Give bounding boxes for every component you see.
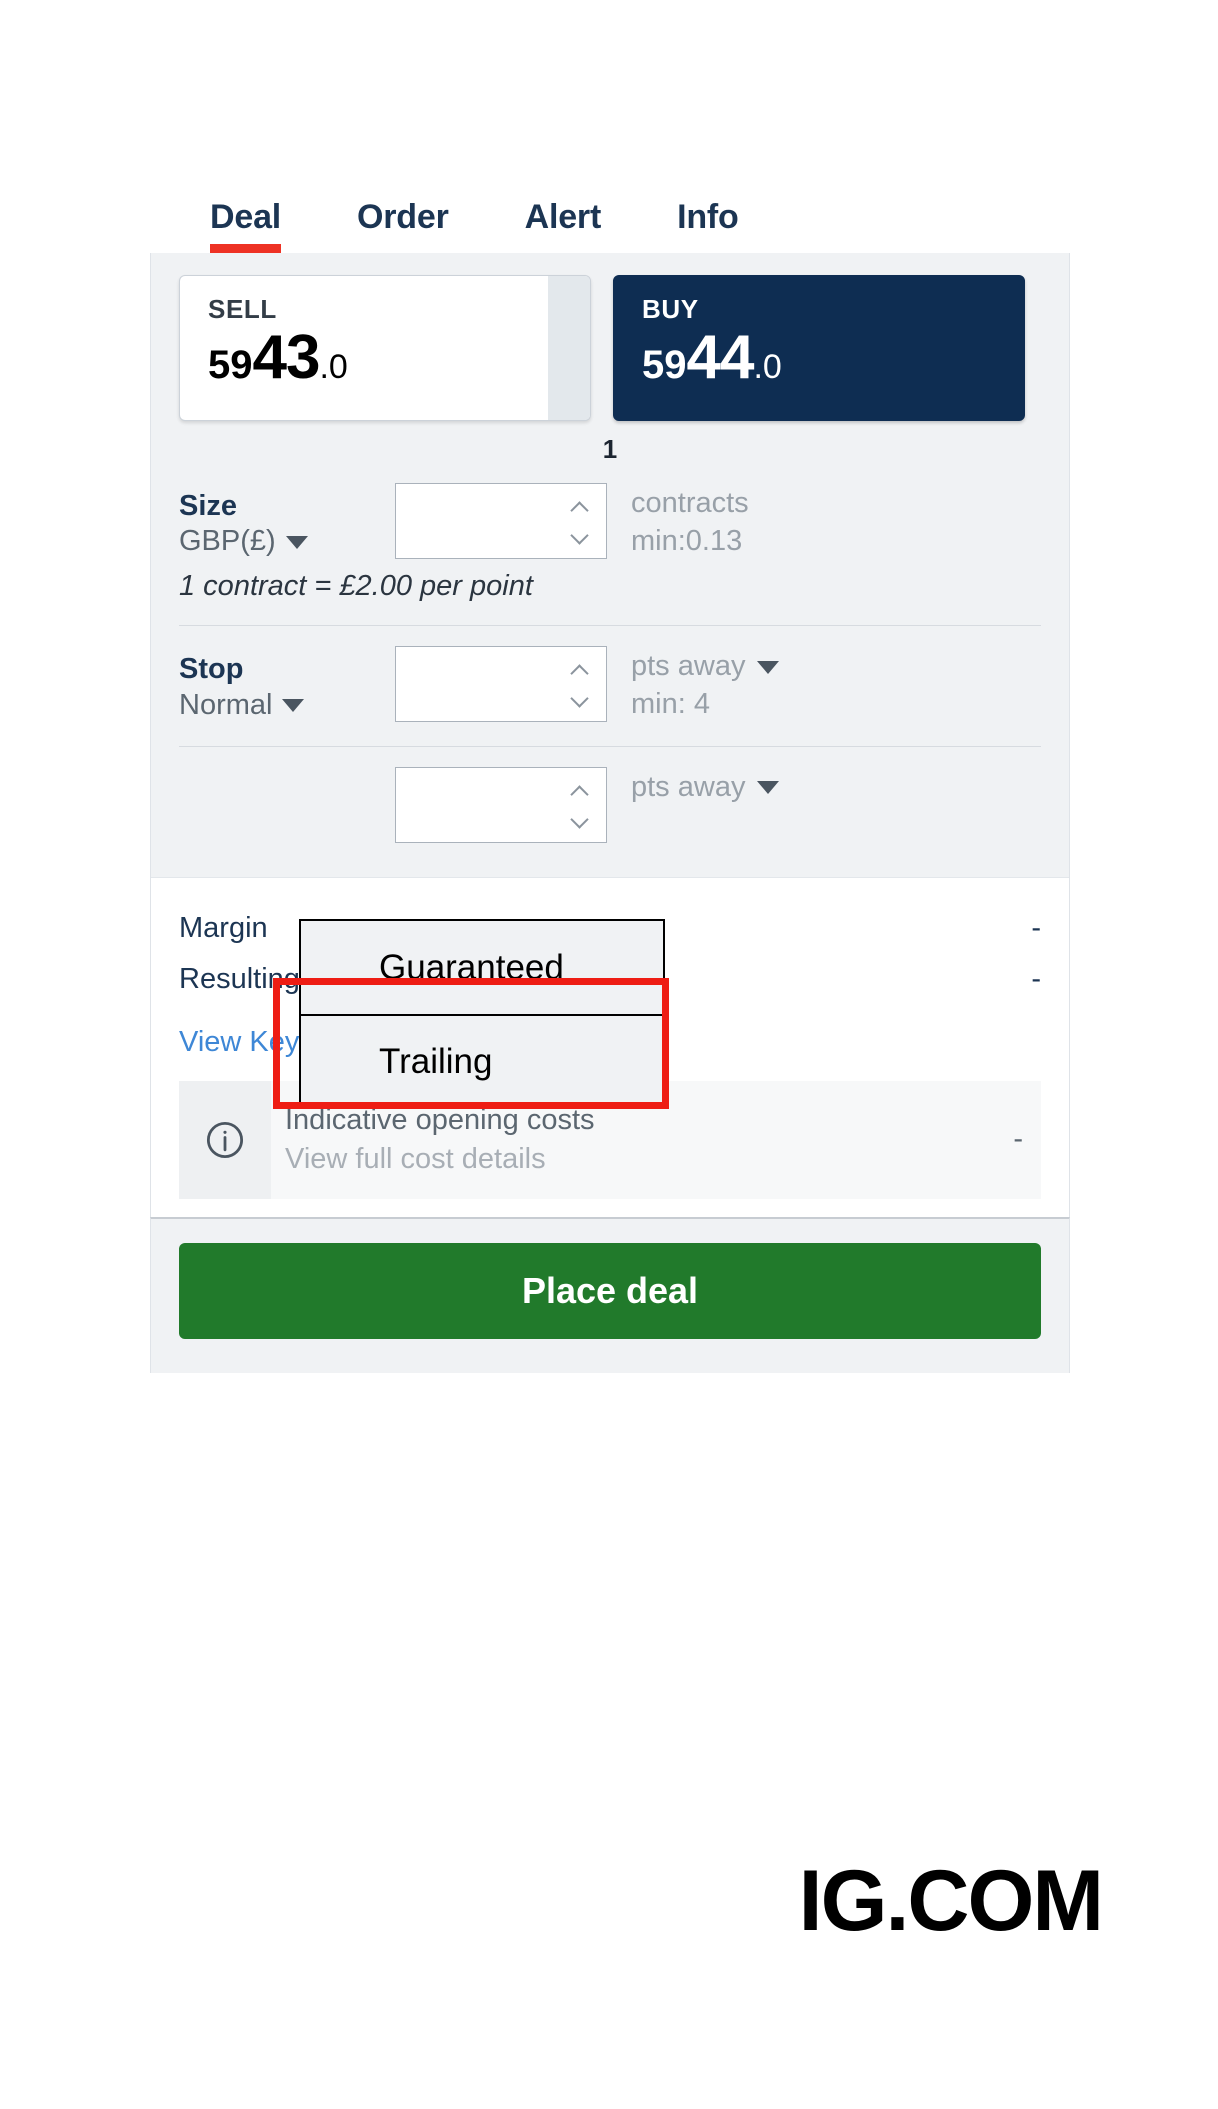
margin-value: -: [1031, 911, 1041, 944]
stop-hints: pts away min: 4: [607, 646, 780, 723]
chevron-down-icon: [285, 535, 308, 549]
indicative-costs-value: -: [1013, 1123, 1023, 1156]
chevron-up-icon[interactable]: [573, 504, 590, 513]
stop-type-select[interactable]: Normal: [179, 688, 395, 723]
resulting-position-value: -: [1031, 962, 1041, 995]
view-full-cost-details-link[interactable]: View full cost details: [285, 1140, 1013, 1179]
buy-label: BUY: [642, 294, 699, 324]
chevron-down-icon[interactable]: [573, 692, 590, 701]
chevron-down-icon[interactable]: [573, 529, 590, 538]
stop-spinner: [564, 647, 598, 721]
divider-size-stop: [179, 625, 1041, 627]
sell-price-prefix: 59: [208, 343, 253, 387]
ticket-tabs: Deal Order Alert Info: [150, 165, 1070, 253]
stop-labels: Stop Normal: [179, 646, 395, 723]
chevron-up-icon[interactable]: [573, 667, 590, 676]
size-title: Size: [179, 490, 238, 522]
sell-price-decimal: .0: [319, 348, 348, 386]
stop-type-label: Normal: [179, 688, 273, 721]
size-labels: Size GBP(£): [179, 483, 395, 560]
buy-price: 5944.0: [642, 327, 1024, 389]
stop-type-option-guaranteed[interactable]: Guaranteed: [301, 921, 663, 1014]
stop-input[interactable]: [396, 647, 566, 722]
size-input[interactable]: [396, 484, 566, 558]
size-spinner: [564, 484, 598, 558]
tab-alert[interactable]: Alert: [524, 198, 602, 253]
tab-order-label: Order: [357, 198, 449, 236]
chevron-up-icon[interactable]: [573, 788, 590, 797]
limit-unit-label: pts away: [631, 770, 746, 803]
chevron-down-icon: [757, 781, 780, 795]
ticket-footer: Place deal: [150, 1216, 1070, 1373]
buy-price-big: 44: [686, 323, 755, 392]
size-currency-label: GBP(£): [179, 525, 276, 558]
limit-input[interactable]: [396, 767, 566, 842]
stop-unit-select[interactable]: pts away: [631, 648, 780, 686]
size-unit: contracts: [631, 487, 749, 519]
stop-type-option-guaranteed-label: Guaranteed: [379, 947, 564, 987]
limit-stepper[interactable]: [395, 766, 607, 843]
divider-stop-limit: [179, 745, 1041, 747]
ticket-body: SELL 5943.0 BUY 5944.0 1 Size GBP(£) con…: [150, 253, 1070, 1217]
tab-info[interactable]: Info: [677, 198, 739, 253]
stop-row: Stop Normal pts away min: 4: [151, 646, 1069, 723]
size-hints: contracts min:0.13: [607, 483, 749, 560]
buy-price-decimal: .0: [753, 348, 782, 386]
spread-value: 1: [602, 434, 618, 464]
tab-info-label: Info: [677, 198, 739, 236]
limit-hints: pts away: [607, 767, 780, 807]
size-currency-select[interactable]: GBP(£): [179, 524, 395, 559]
limit-labels: [179, 767, 395, 773]
stop-stepper[interactable]: [395, 646, 607, 723]
chevron-down-icon: [282, 698, 305, 712]
buy-price-prefix: 59: [642, 343, 687, 387]
sell-tile[interactable]: SELL 5943.0: [179, 275, 591, 421]
sell-price-big: 43: [252, 323, 321, 392]
ig-com-logo: IG.COM: [798, 1853, 1104, 1949]
size-row: Size GBP(£) contracts min:0.13: [151, 483, 1069, 560]
tab-deal[interactable]: Deal: [210, 198, 281, 253]
tab-alert-label: Alert: [524, 198, 602, 236]
indicative-costs-text: Indicative opening costs View full cost …: [271, 1101, 1013, 1179]
place-deal-button[interactable]: Place deal: [179, 1242, 1041, 1339]
size-min: min:0.13: [631, 524, 743, 557]
stop-type-dropdown[interactable]: Guaranteed Trailing: [299, 919, 665, 1109]
margin-label: Margin: [179, 911, 268, 944]
tab-deal-label: Deal: [210, 198, 282, 236]
stop-min: min: 4: [631, 688, 710, 721]
sell-price: 5943.0: [208, 327, 590, 389]
deal-ticket-panel: Deal Order Alert Info SELL 5943.0 BUY 59…: [150, 165, 1070, 1373]
limit-row: pts away: [151, 766, 1069, 843]
tab-order[interactable]: Order: [357, 198, 449, 253]
buy-tile[interactable]: BUY 5944.0: [613, 275, 1025, 421]
chevron-down-icon[interactable]: [573, 813, 590, 822]
limit-spinner: [564, 768, 598, 842]
contract-note: 1 contract = £2.00 per point: [179, 570, 533, 603]
info-icon: [179, 1080, 271, 1199]
size-stepper[interactable]: [395, 483, 607, 559]
stop-unit-label: pts away: [631, 650, 746, 683]
stop-type-option-trailing-label: Trailing: [379, 1041, 493, 1081]
stop-title: Stop: [179, 653, 244, 686]
chevron-down-icon: [757, 660, 780, 674]
price-tiles: SELL 5943.0 BUY 5944.0 1: [151, 253, 1069, 464]
sell-label: SELL: [208, 294, 277, 324]
limit-unit-select[interactable]: pts away: [631, 769, 780, 807]
stop-type-option-trailing[interactable]: Trailing: [301, 1014, 663, 1107]
